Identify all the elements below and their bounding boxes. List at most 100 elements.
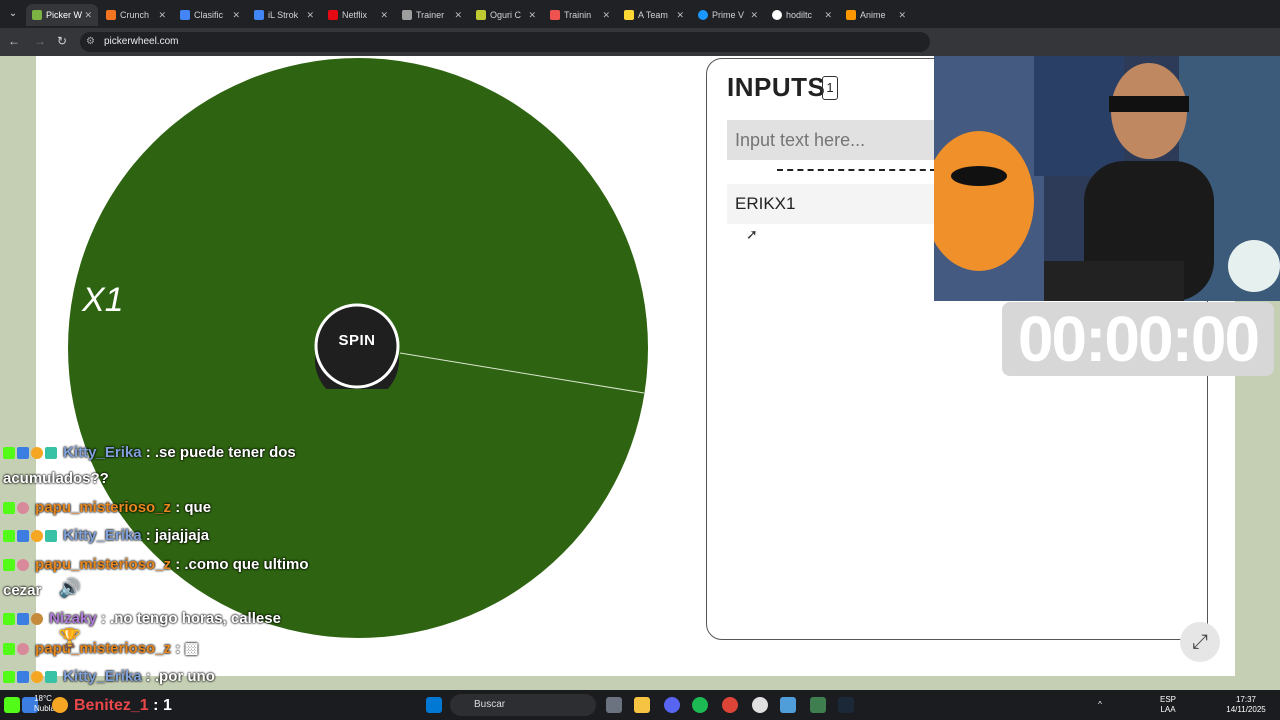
app-icon[interactable] bbox=[752, 697, 768, 713]
tab-search-button[interactable]: ⌄ bbox=[4, 5, 22, 23]
tab-strok[interactable]: iL Strok ✕ bbox=[248, 4, 320, 26]
tab-favicon bbox=[254, 9, 264, 20]
score-value: 1 bbox=[162, 697, 172, 714]
score-separator: : bbox=[153, 697, 159, 714]
gift-badge-icon bbox=[31, 671, 43, 684]
tab-crunchyroll[interactable]: Crunch ✕ bbox=[100, 4, 172, 26]
wheel-segment-label: X1 bbox=[82, 281, 124, 319]
trophy-icon[interactable]: 🏆 bbox=[56, 624, 84, 652]
emote-badge-icon bbox=[45, 671, 57, 684]
tab-picker-wheel[interactable]: Picker W ✕ bbox=[26, 4, 98, 26]
tab-label: Prime V bbox=[712, 10, 745, 20]
close-icon[interactable]: ✕ bbox=[306, 4, 314, 26]
close-icon[interactable]: ✕ bbox=[528, 4, 536, 26]
stream-timer: 00:00:00 bbox=[1002, 302, 1274, 376]
chat-username[interactable]: papu_misterioso_z bbox=[35, 499, 171, 516]
score-overlay: Benitez_1 : 1 bbox=[0, 694, 172, 718]
tab-training[interactable]: Trainin ✕ bbox=[544, 4, 616, 26]
emote-badge-icon bbox=[17, 502, 29, 515]
tab-label: Netflix bbox=[342, 10, 368, 20]
mouse-cursor-icon: ➚ bbox=[746, 226, 758, 242]
tab-label: iL Strok bbox=[268, 10, 299, 20]
kick-badge-icon bbox=[3, 530, 15, 543]
windows-taskbar: 18°C Nublado Buscar ^ ESP LAA 17:37 14/11/… bbox=[0, 690, 1280, 720]
kick-badge-icon bbox=[3, 559, 15, 572]
tab-strip: ⌄ Picker W ✕ Crunch ✕ Clasific ✕ iL Strok ✕ … bbox=[0, 0, 1280, 28]
sub-badge-icon bbox=[17, 530, 29, 543]
tab-favicon bbox=[32, 9, 42, 20]
back-icon[interactable]: ← bbox=[6, 34, 22, 48]
task-view-icon[interactable] bbox=[606, 697, 622, 713]
clock[interactable]: 17:37 14/11/2025 bbox=[1222, 695, 1270, 715]
fullscreen-icon[interactable]: ⤢ bbox=[1180, 622, 1220, 662]
tab-prime-video[interactable]: Prime V ✕ bbox=[692, 4, 764, 26]
lang-code: ESP bbox=[1159, 695, 1176, 704]
forward-icon[interactable]: → bbox=[32, 34, 48, 48]
close-icon[interactable]: ✕ bbox=[158, 4, 166, 26]
tab-a-team[interactable]: A Team ✕ bbox=[618, 4, 690, 26]
tab-label: Clasific bbox=[194, 10, 224, 20]
tray-chevron-icon[interactable]: ^ bbox=[1094, 700, 1106, 710]
webcam-overlay bbox=[934, 56, 1280, 301]
discord-icon[interactable] bbox=[664, 697, 680, 713]
tab-label: hodiltc bbox=[786, 10, 813, 20]
close-icon[interactable]: ✕ bbox=[84, 4, 92, 26]
reload-icon[interactable]: ↻ bbox=[54, 34, 70, 48]
language-indicator[interactable]: ESP LAA bbox=[1158, 695, 1178, 715]
spin-label[interactable]: SPIN bbox=[314, 332, 400, 349]
close-icon[interactable]: ✕ bbox=[380, 4, 388, 26]
calculator-icon[interactable] bbox=[810, 697, 826, 713]
emote-badge-icon bbox=[45, 447, 57, 460]
tab-anime[interactable]: Anime ✕ bbox=[840, 4, 912, 26]
chat-message: Nizaky : .no tengo horas, callese bbox=[3, 610, 281, 627]
close-icon[interactable]: ✕ bbox=[750, 4, 758, 26]
chat-username[interactable]: Kitty_Erika bbox=[63, 668, 141, 685]
windows-start-icon[interactable] bbox=[426, 697, 442, 713]
steam-icon[interactable] bbox=[838, 697, 854, 713]
close-icon[interactable]: ✕ bbox=[232, 4, 240, 26]
tab-clasific[interactable]: Clasific ✕ bbox=[174, 4, 246, 26]
kick-badge-icon bbox=[3, 643, 15, 656]
chat-message-cont: acumulados?? bbox=[3, 470, 109, 487]
file-explorer-icon[interactable] bbox=[634, 697, 650, 713]
site-info-icon[interactable]: ⚙ bbox=[86, 32, 95, 52]
kick-badge-icon bbox=[3, 502, 15, 515]
taskbar-search[interactable]: Buscar bbox=[450, 694, 596, 716]
notepad-icon[interactable] bbox=[780, 697, 796, 713]
chat-text: : que bbox=[175, 499, 212, 516]
chat-message: Kitty_Erika : jajajjaja bbox=[3, 527, 209, 544]
tab-hodiltc[interactable]: hodiltc ✕ bbox=[766, 4, 838, 26]
region-code: LAA bbox=[1160, 705, 1176, 714]
tab-label: A Team bbox=[638, 10, 668, 20]
chat-username[interactable]: Kitty_Erika bbox=[63, 527, 141, 544]
sub-badge-icon bbox=[17, 671, 29, 684]
tab-label: Anime bbox=[860, 10, 886, 20]
chat-message: papu_misterioso_z : ▩ bbox=[3, 639, 199, 657]
kick-badge-icon bbox=[3, 613, 15, 626]
tab-label: Trainer bbox=[416, 10, 445, 20]
chat-username[interactable]: papu_misterioso_z bbox=[35, 556, 171, 573]
emote-badge-icon bbox=[17, 559, 29, 572]
clock-time: 17:37 bbox=[1235, 695, 1257, 704]
tab-label: Crunch bbox=[120, 10, 150, 20]
tab-netflix[interactable]: Netflix ✕ bbox=[322, 4, 394, 26]
webcam-image bbox=[934, 56, 1280, 301]
emote-badge-icon bbox=[45, 530, 57, 543]
chat-text: : .no tengo horas, callese bbox=[100, 610, 281, 627]
chat-username[interactable]: Kitty_Erika bbox=[63, 444, 141, 461]
close-icon[interactable]: ✕ bbox=[676, 4, 684, 26]
volume-icon[interactable]: 🔊 bbox=[56, 574, 84, 602]
close-icon[interactable]: ✕ bbox=[898, 4, 906, 26]
clock-date: 14/11/2025 bbox=[1226, 705, 1266, 714]
url-field[interactable]: pickerwheel.com bbox=[80, 32, 930, 52]
tab-oguri[interactable]: Oguri C ✕ bbox=[470, 4, 542, 26]
chrome-icon[interactable] bbox=[722, 697, 738, 713]
close-icon[interactable]: ✕ bbox=[454, 4, 462, 26]
close-icon[interactable]: ✕ bbox=[824, 4, 832, 26]
tab-favicon bbox=[476, 9, 486, 20]
close-icon[interactable]: ✕ bbox=[602, 4, 610, 26]
sub-badge-icon bbox=[17, 447, 29, 460]
spotify-icon[interactable] bbox=[692, 697, 708, 713]
tab-trainer[interactable]: Trainer ✕ bbox=[396, 4, 468, 26]
chat-text: : .se puede tener dos bbox=[145, 444, 296, 461]
